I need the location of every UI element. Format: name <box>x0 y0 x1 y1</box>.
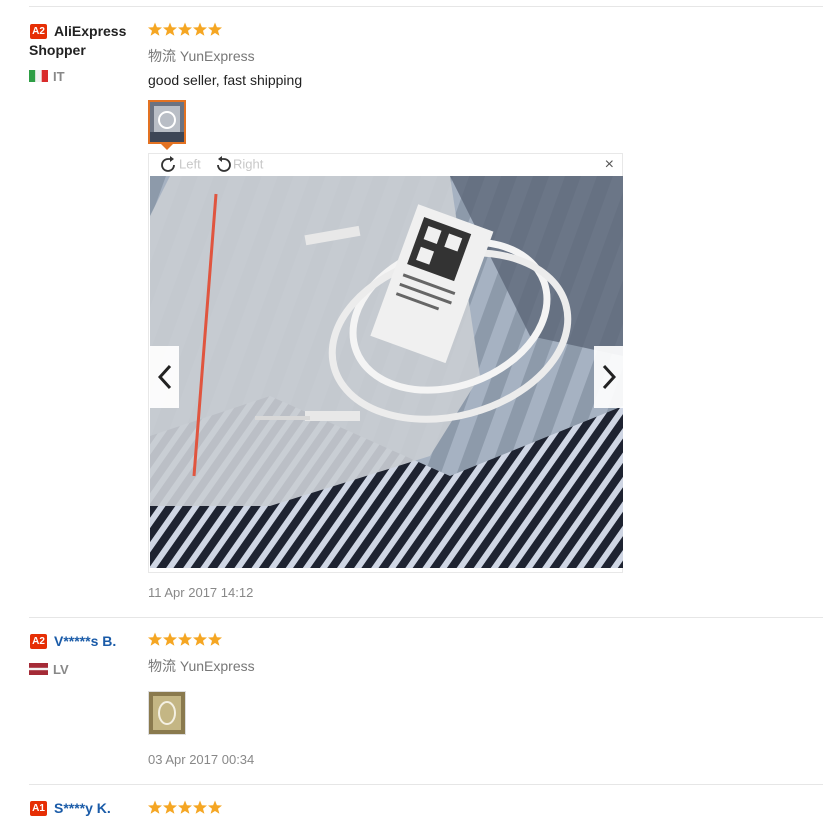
star-icon <box>163 22 177 36</box>
chevron-left-icon <box>157 364 171 390</box>
star-icon <box>193 22 207 36</box>
star-icon <box>178 800 192 814</box>
next-photo-button[interactable] <box>594 346 623 408</box>
star-icon <box>178 22 192 36</box>
reviewer-name[interactable]: S****y K. <box>54 799 111 818</box>
shipping-method: 物流 YunExpress <box>148 48 255 64</box>
star-rating <box>148 632 222 648</box>
reviewer-name[interactable]: V*****s B. <box>54 632 116 651</box>
reviewer-country: IT <box>53 69 65 84</box>
review-date: 03 Apr 2017 00:34 <box>148 752 255 767</box>
star-icon <box>163 632 177 646</box>
star-icon <box>193 632 207 646</box>
thumbnail-pointer <box>161 144 173 150</box>
star-rating <box>148 800 222 816</box>
review-text: good seller, fast shipping <box>148 72 303 88</box>
divider <box>29 617 823 618</box>
chevron-right-icon <box>602 364 616 390</box>
rotate-left-icon <box>161 156 175 172</box>
buyer-level-badge: A1 <box>30 801 47 816</box>
divider <box>29 784 823 785</box>
rotate-right-icon <box>217 156 231 172</box>
viewer-toolbar: Left Right × <box>149 154 622 176</box>
star-icon <box>208 22 222 36</box>
rotate-right-label: Right <box>233 156 264 172</box>
star-icon <box>193 800 207 814</box>
review-photo-large <box>150 176 623 568</box>
italy-flag-icon <box>29 69 48 82</box>
reviewer-name-line2: Shopper <box>29 42 86 58</box>
shipping-method: 物流 YunExpress <box>148 658 255 674</box>
buyer-level-badge: A2 <box>30 24 47 39</box>
star-icon <box>208 800 222 814</box>
star-icon <box>148 22 162 36</box>
star-icon <box>148 800 162 814</box>
star-rating <box>148 22 222 38</box>
rotate-right-button[interactable]: Right <box>213 156 263 174</box>
rotate-left-button[interactable]: Left <box>159 156 201 174</box>
photo-viewer: Left Right × <box>148 153 623 573</box>
reviewer-country: LV <box>53 662 69 677</box>
star-icon <box>208 632 222 646</box>
divider <box>29 6 823 7</box>
star-icon <box>178 632 192 646</box>
prev-photo-button[interactable] <box>150 346 179 408</box>
latvia-flag-icon <box>29 662 48 675</box>
star-icon <box>148 632 162 646</box>
review-date: 11 Apr 2017 14:12 <box>148 585 254 600</box>
star-icon <box>163 800 177 814</box>
reviewer-name: AliExpress <box>54 23 127 39</box>
buyer-level-badge: A2 <box>30 634 47 649</box>
close-icon[interactable]: × <box>605 156 614 174</box>
rotate-left-label: Left <box>179 156 201 172</box>
review-photo-thumbnail[interactable] <box>148 100 186 144</box>
review-photo-thumbnail[interactable] <box>148 691 186 735</box>
